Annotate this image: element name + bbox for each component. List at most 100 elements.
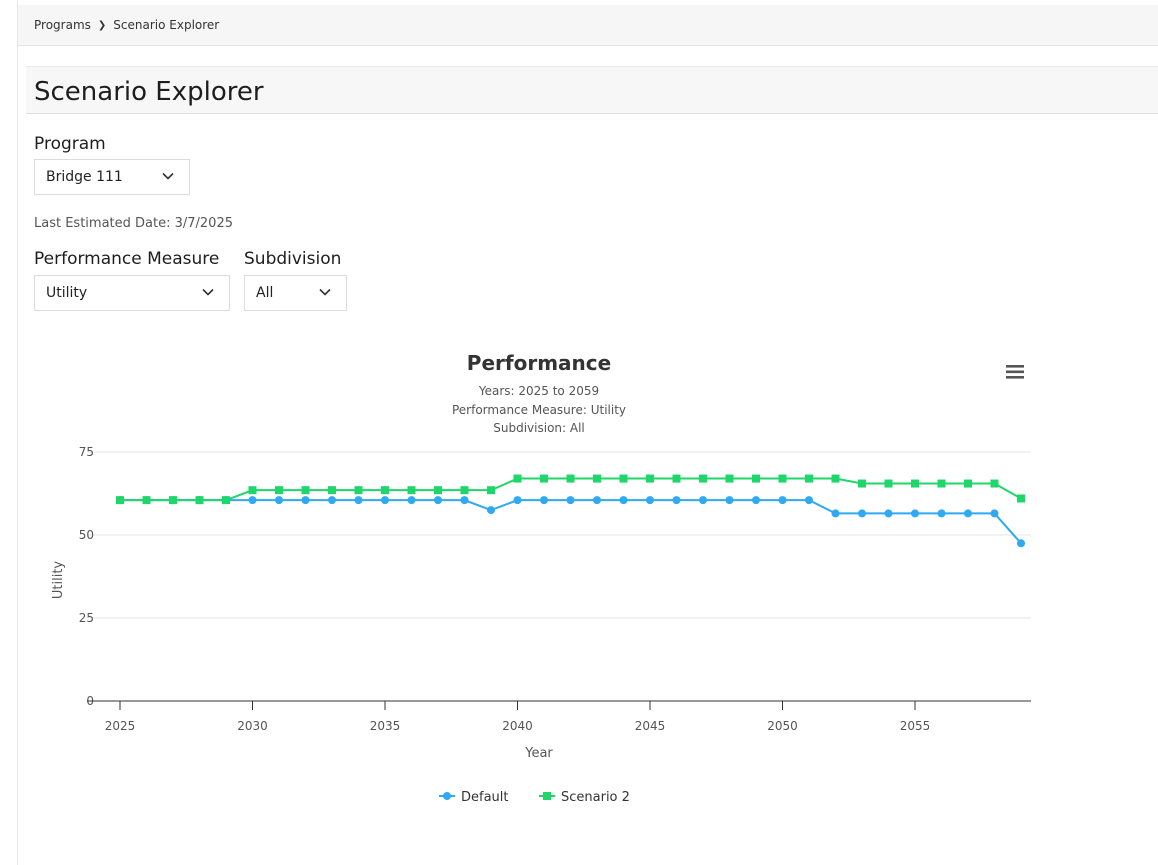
subdivision-label: Subdivision xyxy=(244,249,342,269)
data-point xyxy=(1017,539,1025,548)
data-point xyxy=(275,496,283,505)
data-point xyxy=(858,509,866,518)
data-point xyxy=(222,496,230,505)
program-select[interactable]: Bridge 111 xyxy=(34,159,190,195)
data-point xyxy=(831,474,840,483)
chevron-down-icon xyxy=(162,172,174,180)
performance-measure-select[interactable]: Utility xyxy=(34,275,230,311)
x-tick-label: 2040 xyxy=(502,719,533,733)
data-point xyxy=(990,509,999,518)
chart-subtitle-subdivision: Subdivision: All xyxy=(493,421,585,435)
data-point xyxy=(884,509,893,518)
data-point xyxy=(487,506,495,515)
data-point xyxy=(884,479,893,488)
chart-subtitle-years: Years: 2025 to 2059 xyxy=(478,384,599,398)
last-estimated-date: Last Estimated Date: 3/7/2025 xyxy=(34,216,233,231)
x-axis-label: Year xyxy=(524,746,553,761)
x-tick-label: 2025 xyxy=(105,719,136,733)
data-point xyxy=(540,474,548,483)
data-point xyxy=(407,486,416,495)
data-point xyxy=(540,496,548,505)
data-point xyxy=(248,486,257,495)
data-point xyxy=(301,486,310,495)
data-point xyxy=(169,496,177,505)
x-tick-label: 2045 xyxy=(635,719,666,733)
data-point xyxy=(195,496,204,505)
legend-marker xyxy=(543,792,551,800)
data-point xyxy=(275,486,283,495)
x-tick-label: 2050 xyxy=(767,719,798,733)
data-point xyxy=(699,474,707,483)
data-point xyxy=(434,486,442,495)
data-point xyxy=(513,474,522,483)
data-point xyxy=(937,479,946,488)
data-point xyxy=(460,496,469,505)
y-tick-label: 50 xyxy=(79,528,94,542)
page-title: Scenario Explorer xyxy=(34,77,264,107)
legend-label: Default xyxy=(461,790,509,805)
y-tick-label: 75 xyxy=(79,445,94,459)
data-point xyxy=(381,496,389,505)
page-header: Scenario Explorer xyxy=(26,66,1158,114)
x-tick-label: 2030 xyxy=(237,719,268,733)
data-point xyxy=(672,496,681,505)
data-point xyxy=(778,496,787,505)
data-point xyxy=(831,509,840,518)
data-point xyxy=(646,496,654,505)
data-point xyxy=(407,496,416,505)
series-line-1 xyxy=(120,499,1022,544)
breadcrumb-current: Scenario Explorer xyxy=(113,18,220,32)
data-point xyxy=(911,509,919,518)
legend-item-2[interactable]: Scenario 2 xyxy=(539,790,630,805)
data-point xyxy=(593,496,601,505)
chart-subtitle-measure: Performance Measure: Utility xyxy=(452,403,626,417)
data-point xyxy=(911,479,919,488)
x-tick-label: 2035 xyxy=(370,719,401,733)
data-point xyxy=(328,486,336,495)
chart-plot-area xyxy=(116,474,1025,548)
x-axis: 2025 2030 2035 2040 2045 2050 2055 xyxy=(87,700,1031,733)
data-point xyxy=(354,496,363,505)
data-point xyxy=(434,496,442,505)
x-tick-label: 2055 xyxy=(900,719,931,733)
data-point xyxy=(301,496,310,505)
data-point xyxy=(752,474,760,483)
data-point xyxy=(725,496,734,505)
data-point xyxy=(752,496,760,505)
chevron-down-icon xyxy=(202,288,214,296)
data-point xyxy=(487,486,495,495)
chart-menu-icon[interactable] xyxy=(1004,364,1026,380)
data-point xyxy=(964,509,972,518)
program-label: Program xyxy=(34,134,106,154)
chart-title: Performance xyxy=(467,351,611,375)
legend-item-1[interactable]: Default xyxy=(439,790,509,805)
data-point xyxy=(990,479,999,488)
chart-legend[interactable]: Default Scenario 2 xyxy=(439,790,630,805)
data-point xyxy=(513,496,522,505)
y-tick-label: 25 xyxy=(79,611,94,625)
data-point xyxy=(593,474,601,483)
breadcrumb-programs-link[interactable]: Programs xyxy=(34,18,91,32)
data-point xyxy=(566,496,575,505)
performance-measure-select-value: Utility xyxy=(46,285,88,301)
performance-measure-label: Performance Measure xyxy=(34,249,220,269)
data-point xyxy=(778,474,787,483)
data-point xyxy=(354,486,363,495)
data-point xyxy=(725,474,734,483)
data-point xyxy=(858,479,866,488)
data-point xyxy=(805,474,813,483)
data-point xyxy=(646,474,654,483)
data-point xyxy=(699,496,707,505)
data-point xyxy=(672,474,681,483)
legend-label: Scenario 2 xyxy=(561,790,630,805)
chevron-down-icon xyxy=(319,288,331,296)
left-border xyxy=(17,0,18,865)
legend-marker xyxy=(443,792,451,800)
data-point xyxy=(566,474,575,483)
breadcrumb-separator-icon: ❯ xyxy=(97,19,107,31)
data-point xyxy=(1017,494,1025,503)
y-axis-label: Utility xyxy=(51,561,66,600)
data-point xyxy=(381,486,389,495)
subdivision-select[interactable]: All xyxy=(244,275,347,311)
subdivision-select-value: All xyxy=(256,285,274,301)
